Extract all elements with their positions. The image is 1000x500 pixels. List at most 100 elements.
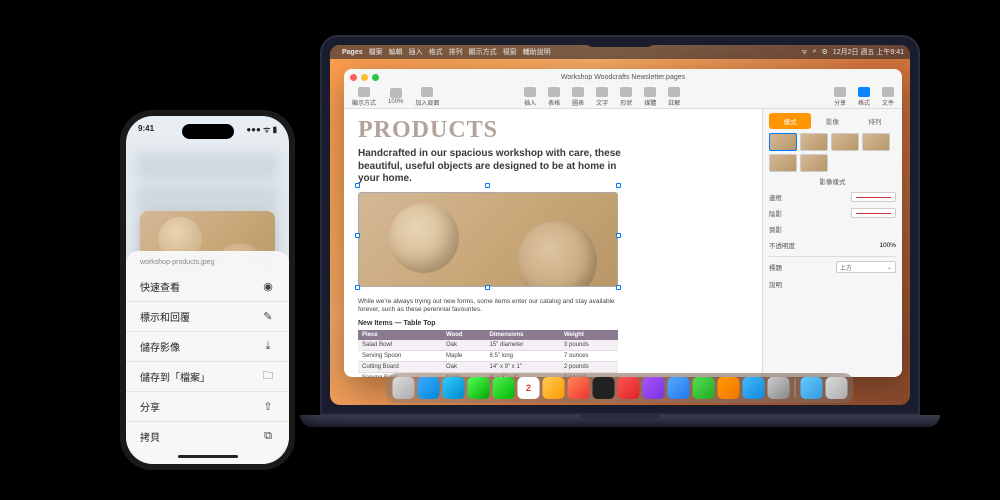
- dock-settings-icon[interactable]: [768, 377, 790, 399]
- style-thumb[interactable]: [769, 154, 797, 172]
- window-titlebar[interactable]: Workshop Woodcrafts Newsletter.pages: [344, 69, 902, 85]
- dock-app-icon[interactable]: [668, 377, 690, 399]
- app-name[interactable]: Pages: [342, 49, 363, 56]
- resize-handle-br[interactable]: [616, 285, 621, 290]
- title-position-select[interactable]: 上方⌄: [836, 261, 896, 273]
- menu-quicklook[interactable]: 快速查看◉: [126, 272, 289, 301]
- doc-body-text[interactable]: While we're always trying out new forms,…: [358, 298, 638, 315]
- resize-handle-tr[interactable]: [616, 183, 621, 188]
- table-title[interactable]: New Items — Table Top: [358, 320, 748, 327]
- fullscreen-button[interactable]: [372, 74, 379, 81]
- menu-save-to-files[interactable]: 儲存到「檔案」🗀: [126, 361, 289, 391]
- menu-view[interactable]: 顯示方式: [469, 47, 497, 57]
- style-thumb[interactable]: [769, 133, 797, 151]
- menu-file[interactable]: 檔案: [369, 47, 383, 57]
- title-label: 標題: [769, 262, 782, 272]
- toolbar-share[interactable]: 分享: [834, 87, 846, 107]
- dock-messages-icon[interactable]: [468, 377, 490, 399]
- border-picker[interactable]: [851, 192, 896, 202]
- dock-safari-icon[interactable]: [418, 377, 440, 399]
- th-weight[interactable]: Weight: [560, 330, 618, 340]
- inspector-tab-image[interactable]: 影像: [811, 113, 853, 129]
- toolbar-media[interactable]: 媒體: [644, 87, 656, 107]
- toolbar-document[interactable]: 文件: [882, 87, 894, 107]
- dock-notes-icon[interactable]: [543, 377, 565, 399]
- inspector-tab-arrange[interactable]: 排列: [854, 113, 896, 129]
- dock-facetime-icon[interactable]: [493, 377, 515, 399]
- dock-trash-icon[interactable]: [826, 377, 848, 399]
- dock-separator: [795, 378, 796, 398]
- toolbar-view[interactable]: 顯示方式: [352, 87, 376, 107]
- menu-share[interactable]: 分享⇧: [126, 391, 289, 421]
- products-table[interactable]: Piece Wood Dimensions Weight Salad BowlO…: [358, 330, 618, 377]
- dock-downloads-icon[interactable]: [801, 377, 823, 399]
- selected-image[interactable]: [358, 186, 618, 287]
- th-piece[interactable]: Piece: [358, 330, 442, 340]
- toolbar-addpage[interactable]: 加入頁面: [415, 87, 439, 107]
- home-indicator[interactable]: [178, 455, 238, 458]
- menu-copy[interactable]: 拷貝⧉: [126, 421, 289, 451]
- close-button[interactable]: [350, 74, 357, 81]
- menu-format[interactable]: 格式: [429, 47, 443, 57]
- style-thumb[interactable]: [831, 133, 859, 151]
- menubar-date[interactable]: 12月2日 週五 上午9:41: [833, 47, 904, 57]
- toolbar-chart[interactable]: 圖表: [572, 87, 584, 107]
- format-inspector: 樣式 影像 排列 影像樣式 邊框: [762, 109, 902, 377]
- dock-numbers-icon[interactable]: [693, 377, 715, 399]
- document-canvas[interactable]: PRODUCTS Handcrafted in our spacious wor…: [344, 109, 762, 377]
- spotlight-icon[interactable]: ⌕: [813, 48, 817, 56]
- inspector-tab-style[interactable]: 樣式: [769, 113, 811, 129]
- menu-insert[interactable]: 插入: [409, 47, 423, 57]
- toolbar-format[interactable]: 格式: [858, 87, 870, 107]
- menu-window[interactable]: 視窗: [503, 47, 517, 57]
- menu-markup-reply[interactable]: 標示和回覆✎: [126, 301, 289, 331]
- toolbar-text[interactable]: 文字: [596, 87, 608, 107]
- dock-pages-icon[interactable]: [718, 377, 740, 399]
- toolbar-table[interactable]: 表格: [548, 87, 560, 107]
- dock-mail-icon[interactable]: [443, 377, 465, 399]
- shadow-picker[interactable]: [851, 208, 896, 218]
- desc-label[interactable]: 說明: [769, 279, 782, 289]
- resize-handle-tl[interactable]: [355, 183, 360, 188]
- toolbar: 顯示方式 100% 加入頁面 插入 表格 圖表 文字 形狀 媒體 註解 分享 格…: [344, 85, 902, 109]
- menu-help[interactable]: 輔助說明: [523, 47, 551, 57]
- woodcraft-image[interactable]: [358, 192, 618, 287]
- minimize-button[interactable]: [361, 74, 368, 81]
- resize-handle-t[interactable]: [485, 183, 490, 188]
- toolbar-shape[interactable]: 形狀: [620, 87, 632, 107]
- menu-save-image[interactable]: 儲存影像⤓: [126, 331, 289, 361]
- dock-music-icon[interactable]: [618, 377, 640, 399]
- pencil-icon: ✎: [261, 310, 275, 324]
- dock-appstore-icon[interactable]: [743, 377, 765, 399]
- dock-app-icon[interactable]: [568, 377, 590, 399]
- th-dim[interactable]: Dimensions: [486, 330, 560, 340]
- dock-podcasts-icon[interactable]: [643, 377, 665, 399]
- th-wood[interactable]: Wood: [442, 330, 486, 340]
- toolbar-insert[interactable]: 插入: [524, 87, 536, 107]
- resize-handle-r[interactable]: [616, 233, 621, 238]
- wifi-icon[interactable]: ᯤ: [801, 48, 807, 57]
- style-thumb[interactable]: [800, 154, 828, 172]
- toolbar-comment[interactable]: 註解: [668, 87, 680, 107]
- resize-handle-l[interactable]: [355, 233, 360, 238]
- style-thumb[interactable]: [800, 133, 828, 151]
- doc-heading[interactable]: PRODUCTS: [358, 117, 748, 144]
- toolbar-zoom[interactable]: 100%: [388, 88, 403, 105]
- menu-arrange[interactable]: 排列: [449, 47, 463, 57]
- dock-finder-icon[interactable]: [393, 377, 415, 399]
- resize-handle-bl[interactable]: [355, 285, 360, 290]
- control-center-icon[interactable]: ⚙: [822, 48, 828, 56]
- menu-edit[interactable]: 編輯: [389, 47, 403, 57]
- macbook-notch: [585, 37, 655, 47]
- opacity-value[interactable]: 100%: [879, 242, 896, 249]
- opacity-label: 不透明度: [769, 240, 795, 250]
- reflection-label[interactable]: 倒影: [769, 224, 782, 234]
- shadow-label: 陰影: [769, 208, 782, 218]
- iphone-screen: 9:41 ●●● ᯤ ▮ workshop-products.jpeg 快速查看…: [126, 116, 289, 464]
- inspector-section-label: 影像樣式: [769, 176, 896, 186]
- doc-subheading[interactable]: Handcrafted in our spacious workshop wit…: [358, 148, 638, 186]
- resize-handle-b[interactable]: [485, 285, 490, 290]
- style-thumb[interactable]: [862, 133, 890, 151]
- dock-tv-icon[interactable]: [593, 377, 615, 399]
- dock-calendar-icon[interactable]: 2: [518, 377, 540, 399]
